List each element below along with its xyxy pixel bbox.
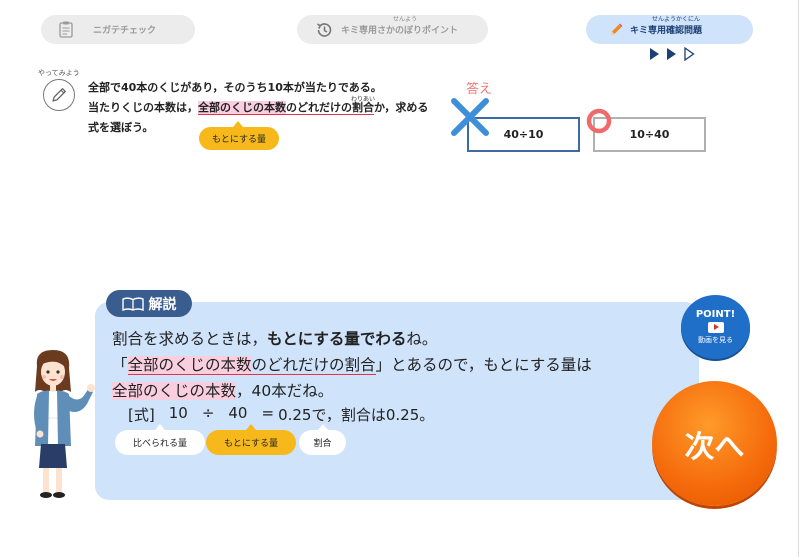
formula-divide: ÷	[201, 404, 215, 422]
play-indicator-icon	[667, 48, 676, 60]
compared-quantity-tag: 比べられる量	[115, 430, 205, 455]
clipboard-icon	[59, 21, 73, 38]
explanation-key-point: もとにする量でわる	[267, 330, 407, 348]
teacher-illustration	[34, 350, 95, 498]
step-sakanobori-point[interactable]: せんよう キミ専用さかのぼりポイント	[297, 15, 488, 44]
explanation-text-part: 割合を求めるときは，	[112, 330, 268, 348]
explanation-line-3: 全部のくじの本数，40本だね。	[112, 378, 652, 404]
explanation-text-part: ，40本だね。	[236, 382, 334, 400]
correct-mark-icon	[586, 108, 612, 134]
explanation-text-part: のどれだけの割合	[251, 356, 376, 375]
wrong-mark-icon	[451, 98, 489, 136]
play-indicator-icon	[650, 48, 659, 60]
app-frame: ニガテチェック せんよう キミ専用さかのぼりポイント せんようかくにん キミ専用…	[0, 0, 799, 557]
ratio-ruby: わりあい	[350, 96, 376, 103]
explanation-text: 割合を求めるときは，もとにする量でわるね。 「全部のくじの本数のどれだけの割合」…	[112, 326, 652, 404]
step-label: ニガテチェック	[93, 26, 157, 36]
point-subtitle: 動画を見る	[698, 336, 733, 344]
step-ruby: せんようかくにん	[652, 16, 701, 23]
explanation-text-part: 「	[112, 356, 128, 374]
question-line-2: 当たりくじの本数は，全部のくじの本数のどれだけの わりあい 割合か，求める	[88, 96, 438, 118]
explanation-title: 解説	[148, 296, 177, 313]
formula-row: [式] 10 ÷ 40 = 0.25で，割合は0.25。	[128, 404, 434, 425]
history-icon	[315, 21, 333, 39]
explanation-line-1: 割合を求めるときは，もとにする量でわるね。	[112, 326, 652, 352]
answer-label: 答え	[466, 82, 493, 97]
question-text-part: のどれだけの	[286, 101, 352, 115]
pencil-outline-icon	[52, 88, 66, 102]
explanation-header: 解説	[106, 290, 192, 317]
formula-equals: =	[261, 404, 275, 422]
explanation-text-part: ね。	[406, 330, 438, 348]
pencil-icon	[608, 22, 624, 38]
step-ruby: せんよう	[393, 16, 418, 23]
pencil-badge	[43, 79, 75, 111]
base-quantity-highlight: 全部のくじの本数	[127, 356, 252, 375]
base-quantity-highlight: 全部のくじの本数	[198, 101, 286, 115]
formula-label: [式]	[128, 406, 155, 424]
step-label: キミ専用さかのぼりポイント	[341, 26, 459, 36]
next-button[interactable]: 次へ	[652, 381, 777, 506]
video-icon	[707, 322, 724, 333]
ratio-word: わりあい 割合	[351, 96, 375, 115]
explanation-text-part: 」とあるので，もとにする量は	[375, 356, 592, 374]
step-label: キミ専用確認問題	[630, 26, 703, 36]
point-video-button[interactable]: POINT! 動画を見る	[681, 295, 750, 359]
explanation-line-2: 「全部のくじの本数のどれだけの割合」とあるので，もとにする量は	[112, 352, 652, 378]
ratio-tag: 割合	[299, 430, 346, 455]
question-text-part: 当たりくじの本数は，	[88, 101, 198, 114]
base-quantity-tag: もとにする量	[206, 430, 296, 455]
formula-result: 0.25で，割合は0.25。	[278, 406, 435, 424]
formula-compared: 10	[168, 404, 188, 422]
step-kakunin-mondai[interactable]: せんようかくにん キミ専用確認問題	[586, 15, 753, 44]
question-line-1: 全部で40本のくじがあり，そのうち10本が当たりである。	[88, 81, 382, 94]
question-text-part: か，求める	[374, 101, 429, 114]
book-icon	[121, 296, 144, 311]
formula-base: 40	[228, 404, 248, 422]
try-it-label: やってみよう	[38, 69, 80, 77]
step-nigate-check[interactable]: ニガテチェック	[41, 15, 195, 44]
base-quantity-tag: もとにする量	[199, 121, 279, 150]
point-title: POINT!	[695, 309, 736, 320]
base-quantity-highlight: 全部のくじの本数	[112, 382, 237, 400]
play-indicator-outline-icon	[684, 47, 695, 61]
